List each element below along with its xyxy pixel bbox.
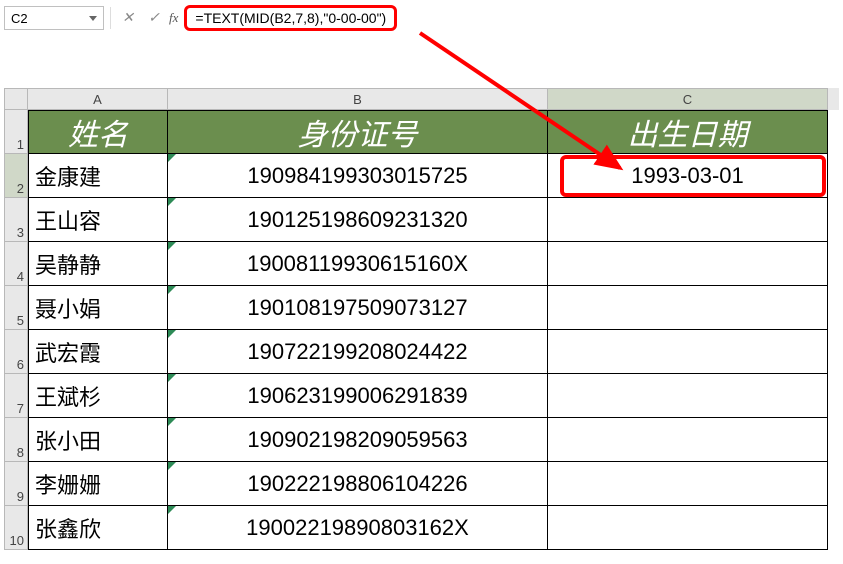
cell-dob[interactable] bbox=[548, 462, 828, 506]
cell-name[interactable]: 王山容 bbox=[28, 198, 168, 242]
cell-dob[interactable] bbox=[548, 242, 828, 286]
col-header-c[interactable]: C bbox=[548, 88, 828, 110]
cell-id[interactable]: 190984199303015725 bbox=[168, 154, 548, 198]
cell-name[interactable]: 吴静静 bbox=[28, 242, 168, 286]
row-header-5[interactable]: 5 bbox=[4, 286, 28, 330]
row-header-4[interactable]: 4 bbox=[4, 242, 28, 286]
row-header-6[interactable]: 6 bbox=[4, 330, 28, 374]
text-warning-icon bbox=[168, 154, 176, 162]
text-warning-icon bbox=[168, 330, 176, 338]
formula-input[interactable]: =TEXT(MID(B2,7,8),"0-00-00") bbox=[184, 5, 397, 31]
header-id[interactable]: 身份证号 bbox=[168, 110, 548, 154]
name-box-dropdown-icon[interactable] bbox=[89, 16, 97, 21]
text-warning-icon bbox=[168, 242, 176, 250]
header-name[interactable]: 姓名 bbox=[28, 110, 168, 154]
row-header-2[interactable]: 2 bbox=[4, 154, 28, 198]
text-warning-icon bbox=[168, 462, 176, 470]
cell-name[interactable]: 聂小娟 bbox=[28, 286, 168, 330]
cell-id[interactable]: 190108197509073127 bbox=[168, 286, 548, 330]
row-header-10[interactable]: 10 bbox=[4, 506, 28, 550]
cell-dob[interactable] bbox=[548, 374, 828, 418]
fx-icon[interactable]: fx bbox=[169, 10, 178, 26]
cell-dob[interactable]: 1993-03-01 bbox=[548, 154, 828, 198]
select-all-corner[interactable] bbox=[4, 88, 28, 110]
cell-id[interactable]: 190125198609231320 bbox=[168, 198, 548, 242]
row-header-7[interactable]: 7 bbox=[4, 374, 28, 418]
text-warning-icon bbox=[168, 374, 176, 382]
cell-name[interactable]: 武宏霞 bbox=[28, 330, 168, 374]
col-header-b[interactable]: B bbox=[168, 88, 548, 110]
cancel-formula-icon[interactable]: ✕ bbox=[117, 7, 139, 29]
cell-dob[interactable] bbox=[548, 198, 828, 242]
text-warning-icon bbox=[168, 198, 176, 206]
text-warning-icon bbox=[168, 286, 176, 294]
cell-name[interactable]: 张鑫欣 bbox=[28, 506, 168, 550]
header-dob[interactable]: 出生日期 bbox=[548, 110, 828, 154]
row-header-9[interactable]: 9 bbox=[4, 462, 28, 506]
divider bbox=[110, 7, 111, 29]
cell-name[interactable]: 王斌杉 bbox=[28, 374, 168, 418]
cell-dob[interactable] bbox=[548, 330, 828, 374]
cell-name[interactable]: 金康建 bbox=[28, 154, 168, 198]
col-header-a[interactable]: A bbox=[28, 88, 168, 110]
cell-name[interactable]: 张小田 bbox=[28, 418, 168, 462]
cell-id[interactable]: 190222198806104226 bbox=[168, 462, 548, 506]
name-box[interactable]: C2 bbox=[4, 6, 104, 30]
cell-id[interactable]: 190902198209059563 bbox=[168, 418, 548, 462]
cell-dob[interactable] bbox=[548, 286, 828, 330]
text-warning-icon bbox=[168, 506, 176, 514]
text-warning-icon bbox=[168, 418, 176, 426]
row-header-3[interactable]: 3 bbox=[4, 198, 28, 242]
name-box-value: C2 bbox=[11, 11, 28, 26]
cell-id[interactable]: 19008119930615160X bbox=[168, 242, 548, 286]
cell-name[interactable]: 李姗姗 bbox=[28, 462, 168, 506]
row-header-8[interactable]: 8 bbox=[4, 418, 28, 462]
cell-id[interactable]: 19002219890803162X bbox=[168, 506, 548, 550]
cell-id[interactable]: 190623199006291839 bbox=[168, 374, 548, 418]
cell-id[interactable]: 190722199208024422 bbox=[168, 330, 548, 374]
cell-dob[interactable] bbox=[548, 418, 828, 462]
cell-dob[interactable] bbox=[548, 506, 828, 550]
row-header-1[interactable]: 1 bbox=[4, 110, 28, 154]
spreadsheet-grid[interactable]: A B C 1 姓名 身份证号 出生日期 2金康建190984199303015… bbox=[4, 88, 839, 560]
accept-formula-icon[interactable]: ✓ bbox=[143, 7, 165, 29]
